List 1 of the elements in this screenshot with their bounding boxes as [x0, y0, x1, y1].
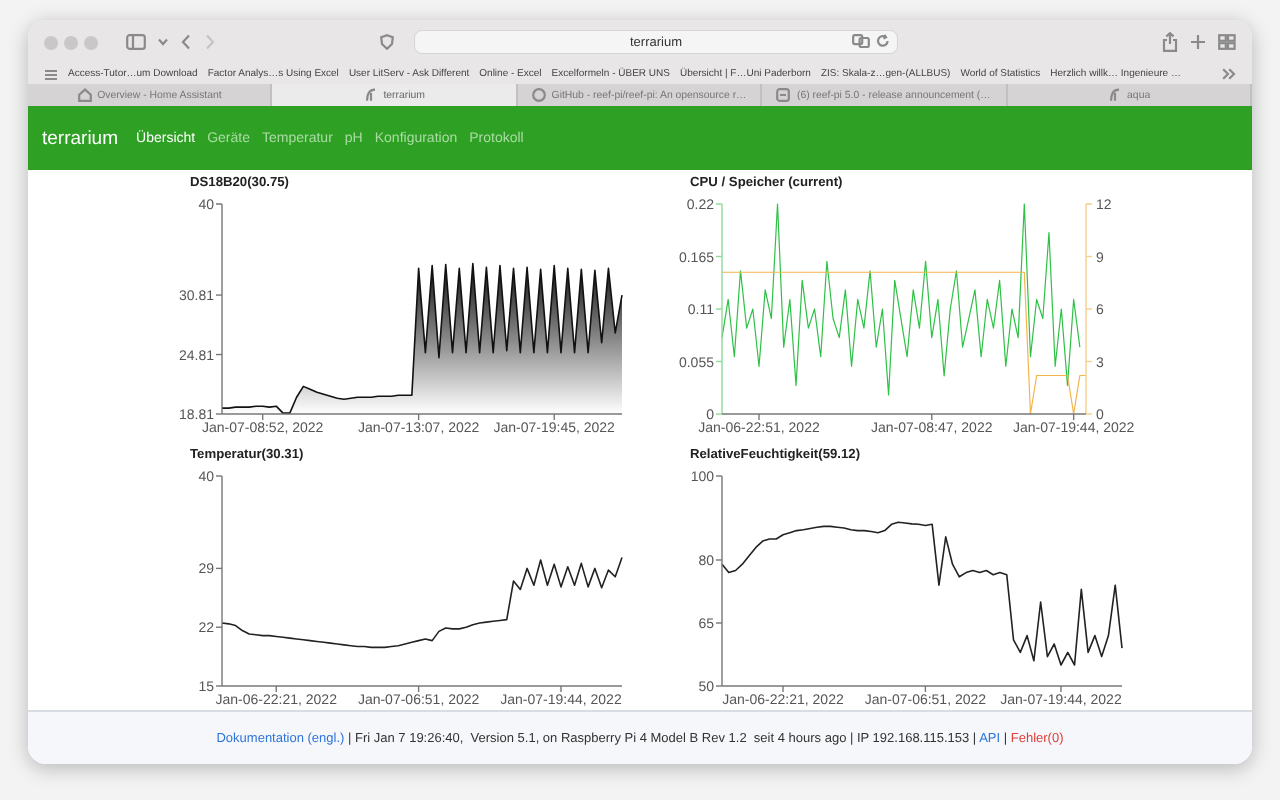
brand-title[interactable]: terrarium [42, 127, 119, 149]
